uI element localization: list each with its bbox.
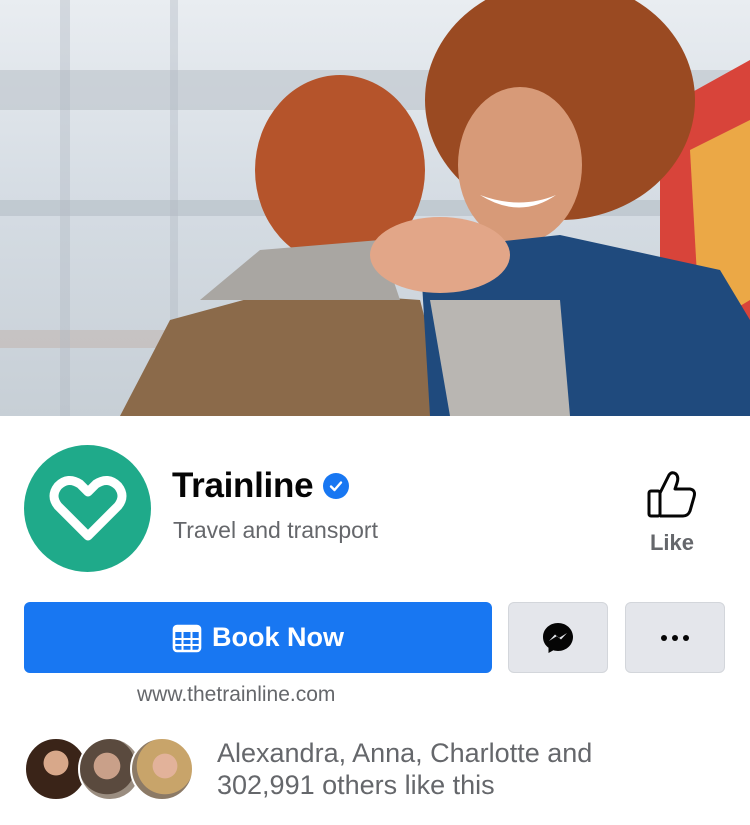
messenger-button[interactable]	[508, 602, 608, 673]
website-link[interactable]: www.thetrainline.com	[137, 683, 335, 707]
likes-line-1: Alexandra, Anna, Charlotte and	[217, 738, 593, 768]
trainline-heart-icon	[49, 475, 126, 540]
calendar-icon	[172, 623, 202, 653]
page-name-text: Trainline	[172, 466, 314, 505]
thumbs-up-icon	[647, 471, 696, 518]
verified-badge-icon	[323, 473, 350, 499]
book-now-button[interactable]: Book Now	[24, 602, 492, 673]
messenger-icon	[543, 622, 573, 653]
avatar[interactable]	[130, 737, 194, 801]
book-now-label: Book Now	[212, 622, 344, 652]
like-label: Like	[649, 530, 695, 555]
friends-like-text[interactable]: Alexandra, Anna, Charlotte and 302,991 o…	[217, 737, 737, 801]
page-title[interactable]: Trainline	[172, 466, 350, 506]
page-logo[interactable]	[24, 445, 151, 572]
more-options-button[interactable]	[625, 602, 725, 673]
page-category[interactable]: Travel and transport	[173, 517, 378, 544]
cover-photo	[0, 0, 750, 416]
friend-avatars[interactable]	[24, 737, 194, 803]
likes-line-2: 302,991 others like this	[217, 770, 495, 800]
more-dots-icon	[661, 634, 689, 641]
like-button[interactable]: Like	[632, 470, 712, 565]
